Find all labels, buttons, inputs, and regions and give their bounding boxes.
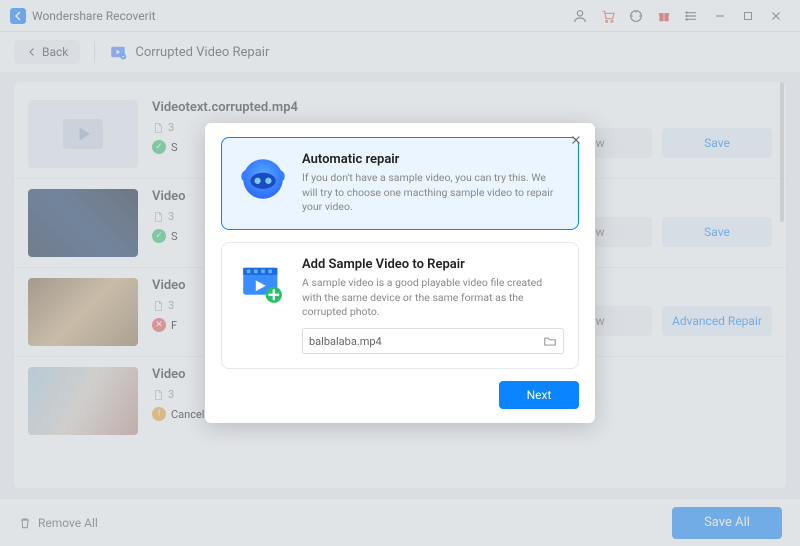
add-sample-desc: A sample video is a good playable video … — [302, 276, 564, 320]
next-button[interactable]: Next — [499, 381, 579, 409]
repair-mode-modal: Automatic repair If you don't have a sam… — [205, 123, 595, 423]
sample-filename: balbalaba.mp4 — [309, 335, 382, 348]
add-video-icon — [236, 257, 290, 311]
add-sample-title: Add Sample Video to Repair — [302, 257, 564, 272]
robot-icon — [236, 152, 290, 206]
sample-file-input[interactable]: balbalaba.mp4 — [302, 328, 564, 354]
close-icon[interactable] — [569, 133, 583, 147]
automatic-repair-option[interactable]: Automatic repair If you don't have a sam… — [221, 137, 579, 230]
folder-icon[interactable] — [543, 335, 557, 347]
automatic-repair-desc: If you don't have a sample video, you ca… — [302, 171, 564, 215]
modal-overlay: Automatic repair If you don't have a sam… — [0, 0, 800, 546]
automatic-repair-title: Automatic repair — [302, 152, 564, 167]
next-label: Next — [527, 388, 552, 402]
add-sample-option[interactable]: Add Sample Video to Repair A sample vide… — [221, 242, 579, 369]
